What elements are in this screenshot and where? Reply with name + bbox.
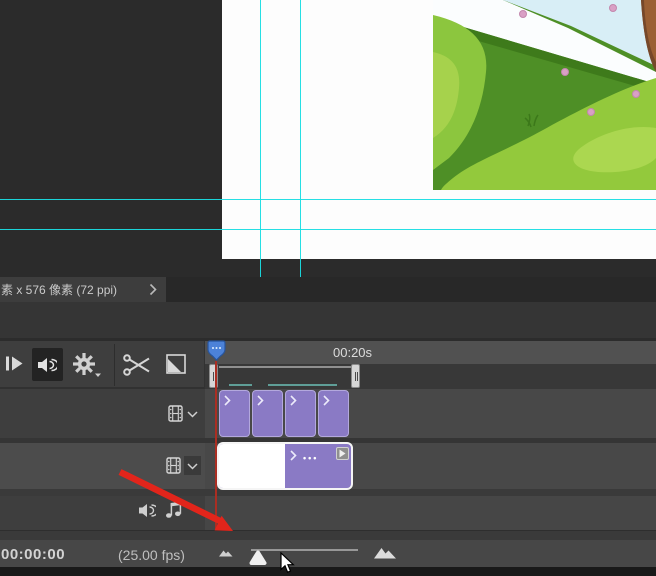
work-area-span bbox=[219, 366, 352, 368]
clip-duration-marker bbox=[268, 384, 337, 386]
chevron-down-icon[interactable] bbox=[187, 411, 198, 418]
video-clip[interactable] bbox=[318, 390, 349, 437]
playhead-handle[interactable] bbox=[207, 340, 226, 361]
horizontal-guide bbox=[0, 199, 656, 200]
audio-mute-button[interactable] bbox=[32, 348, 63, 381]
clip-chevron-icon bbox=[290, 450, 297, 461]
playhead-line bbox=[215, 361, 217, 538]
speaker-icon[interactable] bbox=[139, 503, 156, 518]
split-clip-button[interactable] bbox=[123, 352, 151, 378]
zoom-out-button[interactable] bbox=[219, 549, 233, 557]
chevron-down-icon[interactable] bbox=[187, 463, 198, 470]
clip-chevron-icon bbox=[224, 395, 231, 406]
timeline-ruler[interactable] bbox=[205, 341, 656, 364]
vertical-guide bbox=[260, 0, 261, 277]
controls-separator bbox=[114, 344, 115, 386]
panel-bottom-edge bbox=[0, 567, 656, 576]
play-button[interactable] bbox=[6, 356, 23, 371]
horizontal-guide bbox=[0, 229, 656, 230]
selected-video-clip[interactable]: ••• bbox=[217, 442, 353, 490]
small-mountain-icon bbox=[219, 551, 233, 557]
clip-more-dots: ••• bbox=[303, 453, 318, 463]
work-area-end-handle[interactable] bbox=[351, 364, 360, 388]
frame-rate-label: (25.00 fps) bbox=[118, 547, 185, 563]
music-note-icon[interactable] bbox=[165, 501, 182, 519]
audio-track-lane bbox=[205, 496, 656, 530]
speaker-loud-icon bbox=[38, 357, 57, 373]
clip-duration-marker bbox=[229, 384, 252, 386]
transitions-button[interactable] bbox=[166, 354, 186, 374]
dropdown-caret-icon bbox=[95, 374, 101, 378]
footer-divider bbox=[0, 530, 656, 540]
film-icon bbox=[166, 457, 181, 474]
timeline-footer bbox=[0, 540, 656, 567]
status-chevron-icon[interactable] bbox=[149, 283, 158, 296]
clip-chevron-icon bbox=[290, 395, 297, 406]
video-clip[interactable] bbox=[252, 390, 283, 437]
large-mountain-icon bbox=[374, 548, 396, 559]
clip-chevron-icon bbox=[257, 395, 264, 406]
clip-thumbnail bbox=[219, 444, 285, 488]
clip-chevron-icon bbox=[323, 395, 330, 406]
timeline-zoom-slider-thumb[interactable] bbox=[249, 550, 267, 566]
video-track-1-header bbox=[0, 389, 205, 438]
video-clip[interactable] bbox=[219, 390, 250, 437]
video-clip[interactable] bbox=[285, 390, 316, 437]
ruler-time-label: 00:20s bbox=[333, 345, 372, 360]
document-size-readout: 素 x 576 像素 (72 ppi) bbox=[0, 277, 166, 302]
timeline-settings-button[interactable] bbox=[72, 352, 102, 379]
audio-track-header bbox=[0, 496, 205, 530]
status-bar: 素 x 576 像素 (72 ppi) bbox=[0, 277, 656, 302]
current-timecode: 00:00:00 bbox=[1, 546, 65, 563]
clip-video-badge bbox=[336, 447, 349, 460]
photoshop-window: 素 x 576 像素 (72 ppi) bbox=[0, 0, 656, 576]
document-size-text: 素 x 576 像素 (72 ppi) bbox=[1, 281, 117, 298]
canvas-artwork-image bbox=[433, 0, 656, 190]
timeline-zoom-slider-track[interactable] bbox=[251, 549, 358, 551]
zoom-in-button[interactable] bbox=[374, 546, 397, 559]
panel-divider-band bbox=[0, 302, 656, 338]
video-track-2-header bbox=[0, 443, 205, 489]
gear-icon bbox=[73, 353, 95, 375]
film-icon bbox=[168, 405, 183, 422]
play-triangle-icon bbox=[339, 449, 346, 458]
vertical-guide bbox=[300, 0, 301, 277]
track-gap bbox=[0, 489, 656, 496]
transition-icon bbox=[167, 355, 185, 373]
scissors-icon bbox=[124, 355, 149, 375]
